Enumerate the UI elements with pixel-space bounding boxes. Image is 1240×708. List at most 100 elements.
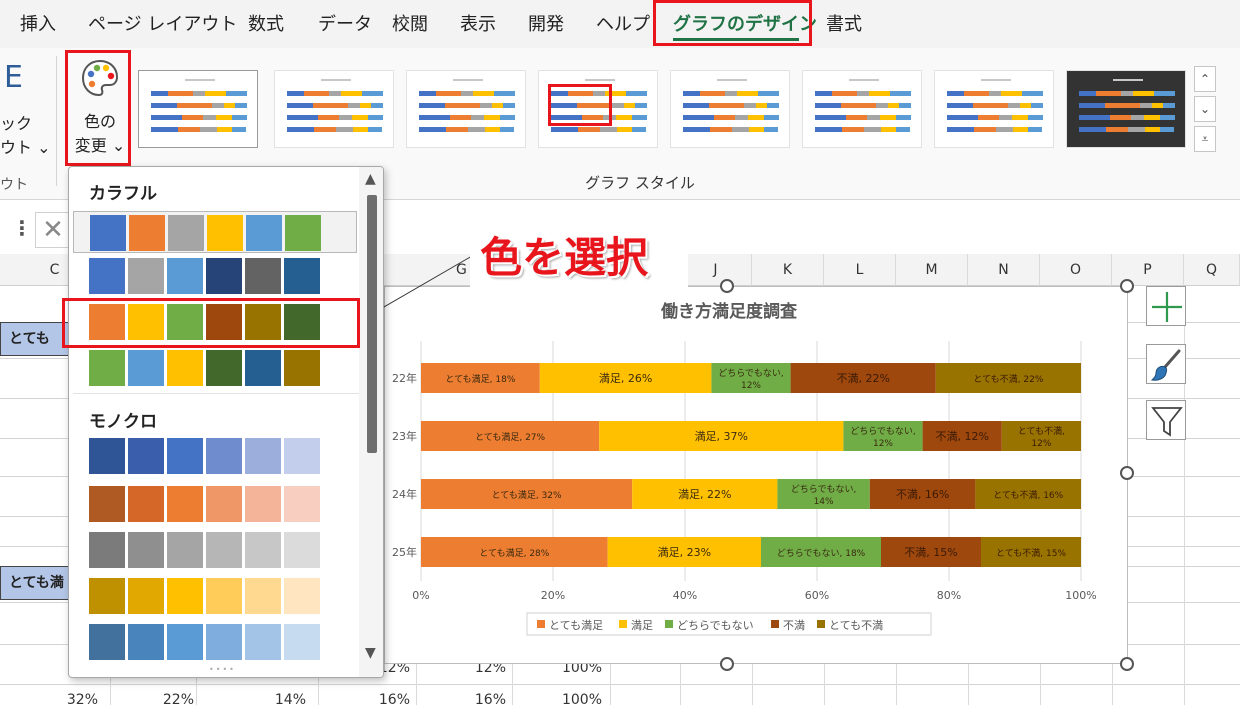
chart-area[interactable]: 働き方満足度調査 0% 20% 40% 60% 80% 100% 22年 とても満足, 18% 満…	[384, 286, 1128, 664]
thumbnail-segment	[972, 103, 1009, 108]
gallery-scroll-up-button[interactable]: ⌃	[1194, 66, 1216, 92]
data-label: どちらでもない,	[850, 426, 916, 437]
thumbnail-segment	[1153, 91, 1175, 96]
color-palette-row[interactable]	[73, 211, 357, 253]
thumbnail-segment	[1130, 115, 1145, 120]
resize-handle-top[interactable]	[720, 279, 734, 293]
chart-style-thumbnail[interactable]	[934, 70, 1054, 148]
resize-handle-bottom-right[interactable]	[1120, 657, 1134, 671]
category-label: 24年	[392, 487, 417, 501]
thumbnail-segment	[1000, 91, 1022, 96]
resize-grip-icon[interactable]: ••••	[209, 665, 236, 674]
color-palette-row[interactable]	[89, 483, 323, 525]
color-swatch	[89, 258, 125, 294]
color-palette-row[interactable]	[89, 575, 323, 617]
quick-layout-label-line2[interactable]: ウト ⌄	[0, 134, 51, 158]
scroll-up-arrow-icon[interactable]: ▲	[365, 171, 376, 187]
cell-value-22pct[interactable]: 22%	[136, 692, 194, 708]
chart-style-thumbnail[interactable]	[1066, 70, 1186, 148]
chart-style-thumbnail[interactable]	[670, 70, 790, 148]
header-cell-very-satisfied-2[interactable]: とても満	[0, 566, 74, 600]
tab-review[interactable]: 校閲	[392, 10, 428, 36]
data-label: どちらでもない, 18%	[777, 548, 866, 559]
color-swatch	[89, 578, 125, 614]
scrollbar-thumb[interactable]	[367, 195, 377, 453]
thumbnail-segment	[1012, 115, 1028, 120]
chart-title: 働き方満足度調査	[660, 301, 798, 322]
thumbnail-segment	[338, 115, 353, 120]
thumbnail-bar	[683, 91, 779, 96]
cell-value-100pct-a[interactable]: 100%	[540, 692, 602, 708]
chart-style-thumbnail[interactable]	[802, 70, 922, 148]
thumbnail-segment	[998, 115, 1013, 120]
color-swatch	[206, 350, 242, 386]
thumbnail-bar	[151, 103, 247, 108]
chart-filters-button[interactable]	[1146, 400, 1186, 440]
data-label: 不満, 15%	[904, 546, 957, 559]
tab-data[interactable]: データ	[318, 10, 372, 36]
cell-value-32pct[interactable]: 32%	[40, 692, 98, 708]
tab-page-layout[interactable]: ページ レイアウト	[88, 10, 237, 36]
tab-view[interactable]: 表示	[460, 10, 496, 36]
thumbnail-segment	[977, 115, 999, 120]
thumbnail-segment	[857, 91, 869, 96]
gallery-more-button[interactable]: ⩡	[1194, 126, 1216, 152]
column-header-n[interactable]: N	[968, 254, 1040, 286]
thumbnail-segment	[151, 127, 178, 132]
legend-entry: とても満足	[549, 619, 603, 632]
thumbnail-segment	[461, 91, 473, 96]
tab-formulas[interactable]: 数式	[248, 10, 284, 36]
thumbnail-segment	[419, 115, 450, 120]
chart-elements-button[interactable]	[1146, 286, 1186, 326]
color-palette-row[interactable]	[89, 347, 323, 389]
scroll-down-arrow-icon[interactable]: ▼	[365, 645, 376, 661]
resize-handle-top-right[interactable]	[1120, 279, 1134, 293]
thumbnail-segment	[1021, 91, 1043, 96]
chart-styles-button[interactable]	[1146, 344, 1186, 384]
color-swatch	[284, 578, 320, 614]
chart-style-thumbnail[interactable]	[138, 70, 258, 148]
cell-value-16pct-b[interactable]: 16%	[446, 692, 506, 708]
resize-handle-right[interactable]	[1120, 466, 1134, 480]
thumbnail-segment	[485, 127, 500, 132]
change-colors-dropdown[interactable]: カラフル モノクロ ▲ ▼ ••••	[68, 166, 384, 678]
more-options-icon[interactable]: ⋮	[12, 216, 32, 240]
thumbnail-segment	[313, 127, 336, 132]
column-header-o[interactable]: O	[1040, 254, 1112, 286]
thumbnail-bar	[419, 91, 515, 96]
resize-handle-bottom[interactable]	[720, 657, 734, 671]
column-header-j[interactable]: J	[680, 254, 752, 286]
tab-insert[interactable]: 挿入	[20, 10, 56, 36]
column-header-m[interactable]: M	[896, 254, 968, 286]
gallery-scroll-down-button[interactable]: ⌄	[1194, 96, 1216, 122]
cell-value-14pct[interactable]: 14%	[250, 692, 306, 708]
color-swatch	[167, 350, 203, 386]
cancel-icon[interactable]: ✕	[35, 212, 71, 248]
column-header-q[interactable]: Q	[1184, 254, 1240, 286]
chart-style-thumbnail[interactable]	[406, 70, 526, 148]
tab-help[interactable]: ヘルプ	[596, 10, 650, 36]
thumbnail-segment	[616, 115, 632, 120]
color-swatch	[246, 215, 282, 251]
color-swatch	[245, 624, 281, 660]
legend-entry: 不満	[783, 619, 805, 632]
column-header-k[interactable]: K	[752, 254, 824, 286]
quick-layout-label-line1[interactable]: ック	[0, 110, 32, 134]
column-header-l[interactable]: L	[824, 254, 896, 286]
thumbnail-segment	[231, 127, 246, 132]
color-palette-row[interactable]	[89, 255, 323, 297]
tab-format[interactable]: 書式	[826, 10, 862, 36]
color-palette-row[interactable]	[89, 435, 323, 477]
thumbnail-bar	[947, 91, 1043, 96]
data-label: 12%	[873, 439, 893, 449]
chart-style-thumbnail[interactable]	[274, 70, 394, 148]
color-palette-row[interactable]	[89, 529, 323, 571]
thumbnail-segment	[1140, 103, 1152, 108]
thumbnail-segment	[1027, 127, 1042, 132]
tab-developer[interactable]: 開発	[528, 10, 564, 36]
thumbnail-bar	[1079, 91, 1175, 96]
cell-value-16pct-a[interactable]: 16%	[350, 692, 410, 708]
color-palette-row[interactable]	[89, 621, 323, 663]
dropdown-scrollbar[interactable]: ▲ ▼	[359, 167, 383, 677]
thumbnail-segment	[868, 91, 890, 96]
